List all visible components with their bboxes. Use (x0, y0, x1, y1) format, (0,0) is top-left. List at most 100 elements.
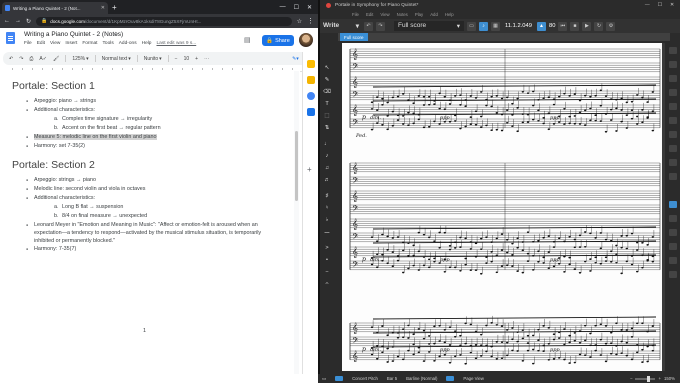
score-page[interactable]: 𝄞 𝄢 𝄞 𝄢 𝄞 𝄢 p dim. ppp ppp Ped. 𝄞 𝄢 𝄞 𝄢 𝄞 𝄢 𝄞 𝄢 p dim. ppp ppp… (342, 43, 664, 371)
flat-icon[interactable]: ♭ (323, 217, 331, 223)
contacts-icon[interactable] (307, 108, 315, 116)
reload-icon[interactable]: ↻ (26, 18, 31, 25)
sib-menu-view[interactable]: View (380, 12, 389, 17)
sharp-icon[interactable]: ♯ (323, 193, 331, 199)
zoom-in-icon[interactable]: + (658, 376, 661, 381)
select-tool-icon[interactable]: ⬚ (323, 113, 331, 119)
menu-edit[interactable]: Edit (37, 41, 45, 46)
loop-icon[interactable]: ↻ (594, 21, 604, 31)
panel-toggle-icon[interactable] (669, 159, 677, 166)
natural-icon[interactable]: ♮ (323, 205, 331, 211)
tasks-icon[interactable] (307, 92, 315, 100)
menu-view[interactable]: View (50, 41, 60, 46)
flip-tool-icon[interactable]: ⇅ (323, 125, 331, 131)
eighth-note-icon[interactable]: ♪ (323, 153, 331, 159)
pen-tool-icon[interactable]: ✎ (323, 77, 331, 83)
tenuto-icon[interactable]: − (323, 269, 331, 275)
metronome-icon[interactable]: ▲ (536, 21, 546, 31)
accent-icon[interactable]: > (323, 245, 331, 251)
score-notation[interactable]: 𝄞𝄢𝄞𝄢𝄞𝄢p dim. ppp pppPed.𝄞𝄢𝄞𝄢𝄞𝄢𝄞𝄢p dim. ppp ppp… (342, 43, 664, 371)
minimize-icon[interactable]: — (280, 4, 286, 11)
sib-menu-file[interactable]: File (352, 12, 359, 17)
panel-toggle-icon[interactable] (669, 131, 677, 138)
panel-toggle-icon[interactable] (669, 215, 677, 222)
editing-mode-icon[interactable]: ✎▾ (292, 56, 299, 62)
sib-menu-play[interactable]: Play (415, 12, 423, 17)
menu-format[interactable]: Format (82, 41, 97, 46)
comment-history-icon[interactable]: ▤ (244, 36, 251, 44)
panel-toggle-icon[interactable] (669, 229, 677, 236)
layout-toggle-icon[interactable]: ▭ (467, 21, 476, 31)
print-icon[interactable]: ⎙ (29, 56, 33, 62)
paint-format-icon[interactable]: 🖌 (53, 56, 59, 62)
undo-icon[interactable]: ↶ (364, 21, 373, 31)
panel-toggle-icon[interactable] (669, 243, 677, 250)
calendar-icon[interactable] (307, 60, 315, 68)
menu-insert[interactable]: Insert (65, 41, 77, 46)
maximize-icon[interactable]: ☐ (294, 4, 299, 11)
sib-menu-add[interactable]: Add (430, 12, 438, 17)
panel-toggle-icon[interactable] (669, 61, 677, 68)
menu-addons[interactable]: Add-ons (119, 41, 137, 46)
rewind-icon[interactable]: ⏮ (558, 21, 568, 31)
zoom-out-icon[interactable]: − (630, 376, 633, 381)
sixteenth-note-icon[interactable]: ♬ (323, 177, 331, 183)
close-tab-icon[interactable]: ✕ (101, 5, 105, 11)
font-select[interactable]: Nunito ▾ (144, 56, 162, 62)
eraser-tool-icon[interactable]: ⌫ (323, 89, 331, 95)
document-title[interactable]: Writing a Piano Quintet - 2 (Notes) (24, 31, 123, 38)
stop-icon[interactable]: ■ (570, 21, 580, 31)
maximize-icon[interactable]: ☐ (658, 3, 662, 8)
share-button[interactable]: 🔒 Share (262, 35, 294, 46)
concert-pitch-toggle[interactable] (335, 376, 344, 381)
more-icon[interactable]: ⋯ (204, 56, 209, 62)
zoom-slider[interactable] (635, 375, 656, 382)
zoom-select[interactable]: 125% ▾ (72, 56, 88, 62)
close-window-icon[interactable]: ✕ (670, 3, 674, 8)
decrease-size-icon[interactable]: − (175, 56, 178, 62)
menu-file[interactable]: File (24, 41, 32, 46)
tie-icon[interactable]: ⁀ (323, 233, 331, 239)
document-scrollbar[interactable] (294, 71, 299, 374)
panel-toggle-icon[interactable] (669, 89, 677, 96)
panel-toggle-icon[interactable] (669, 145, 677, 152)
panel-toggle-icon[interactable] (669, 271, 677, 278)
panel-toggle-icon[interactable] (669, 257, 677, 264)
view-select[interactable]: Full score ▾ (394, 21, 464, 31)
beamed-notes-icon[interactable]: ♫ (323, 165, 331, 171)
panel-toggle-icon[interactable] (669, 103, 677, 110)
staccato-icon[interactable]: • (323, 257, 331, 263)
text-tool-icon[interactable]: T (323, 101, 331, 107)
increase-size-icon[interactable]: + (195, 56, 198, 62)
document-body[interactable]: Portale: Section 1 Arpeggio: piano → str… (0, 71, 300, 374)
docs-logo-icon[interactable] (6, 32, 15, 44)
browser-menu-icon[interactable]: ⋮ (307, 17, 314, 25)
mode-select[interactable]: Write ▾ (323, 22, 361, 30)
add-ons-plus-icon[interactable]: + (307, 165, 312, 174)
note-tool-icon[interactable]: ♩ (323, 141, 331, 147)
forward-icon[interactable]: → (15, 18, 21, 24)
minimize-icon[interactable]: — (645, 3, 650, 8)
keep-icon[interactable] (307, 76, 315, 84)
grid-icon[interactable]: ▦ (491, 21, 500, 31)
page-view-toggle[interactable] (446, 376, 455, 381)
menu-tools[interactable]: Tools (103, 41, 114, 46)
panel-toggle-icon[interactable] (669, 75, 677, 82)
tab-full-score[interactable]: Full score (340, 33, 368, 41)
last-edit-link[interactable]: Last edit was 9 s... (156, 41, 196, 46)
score-scrollbar[interactable] (662, 43, 665, 371)
panel-toggle-icon[interactable] (669, 47, 677, 54)
close-window-icon[interactable]: ✕ (307, 4, 312, 11)
browser-tab[interactable]: Writing a Piano Quintet - 2 (Not... ✕ (2, 2, 108, 14)
sib-menu-notes[interactable]: Notes (397, 12, 408, 17)
back-icon[interactable]: ← (4, 18, 10, 24)
zoom-slider-handle[interactable] (647, 375, 651, 382)
spellcheck-icon[interactable]: A✓ (39, 56, 47, 62)
undo-icon[interactable]: ↶ (9, 56, 13, 62)
redo-icon[interactable]: ↷ (376, 21, 385, 31)
sib-menu-help[interactable]: Help (445, 12, 454, 17)
star-doc-icon[interactable]: ☆ (113, 31, 118, 38)
panel-toggle-icon[interactable] (669, 173, 677, 180)
style-select[interactable]: Normal text ▾ (102, 56, 131, 62)
keyboard-panel-icon[interactable] (669, 201, 677, 208)
